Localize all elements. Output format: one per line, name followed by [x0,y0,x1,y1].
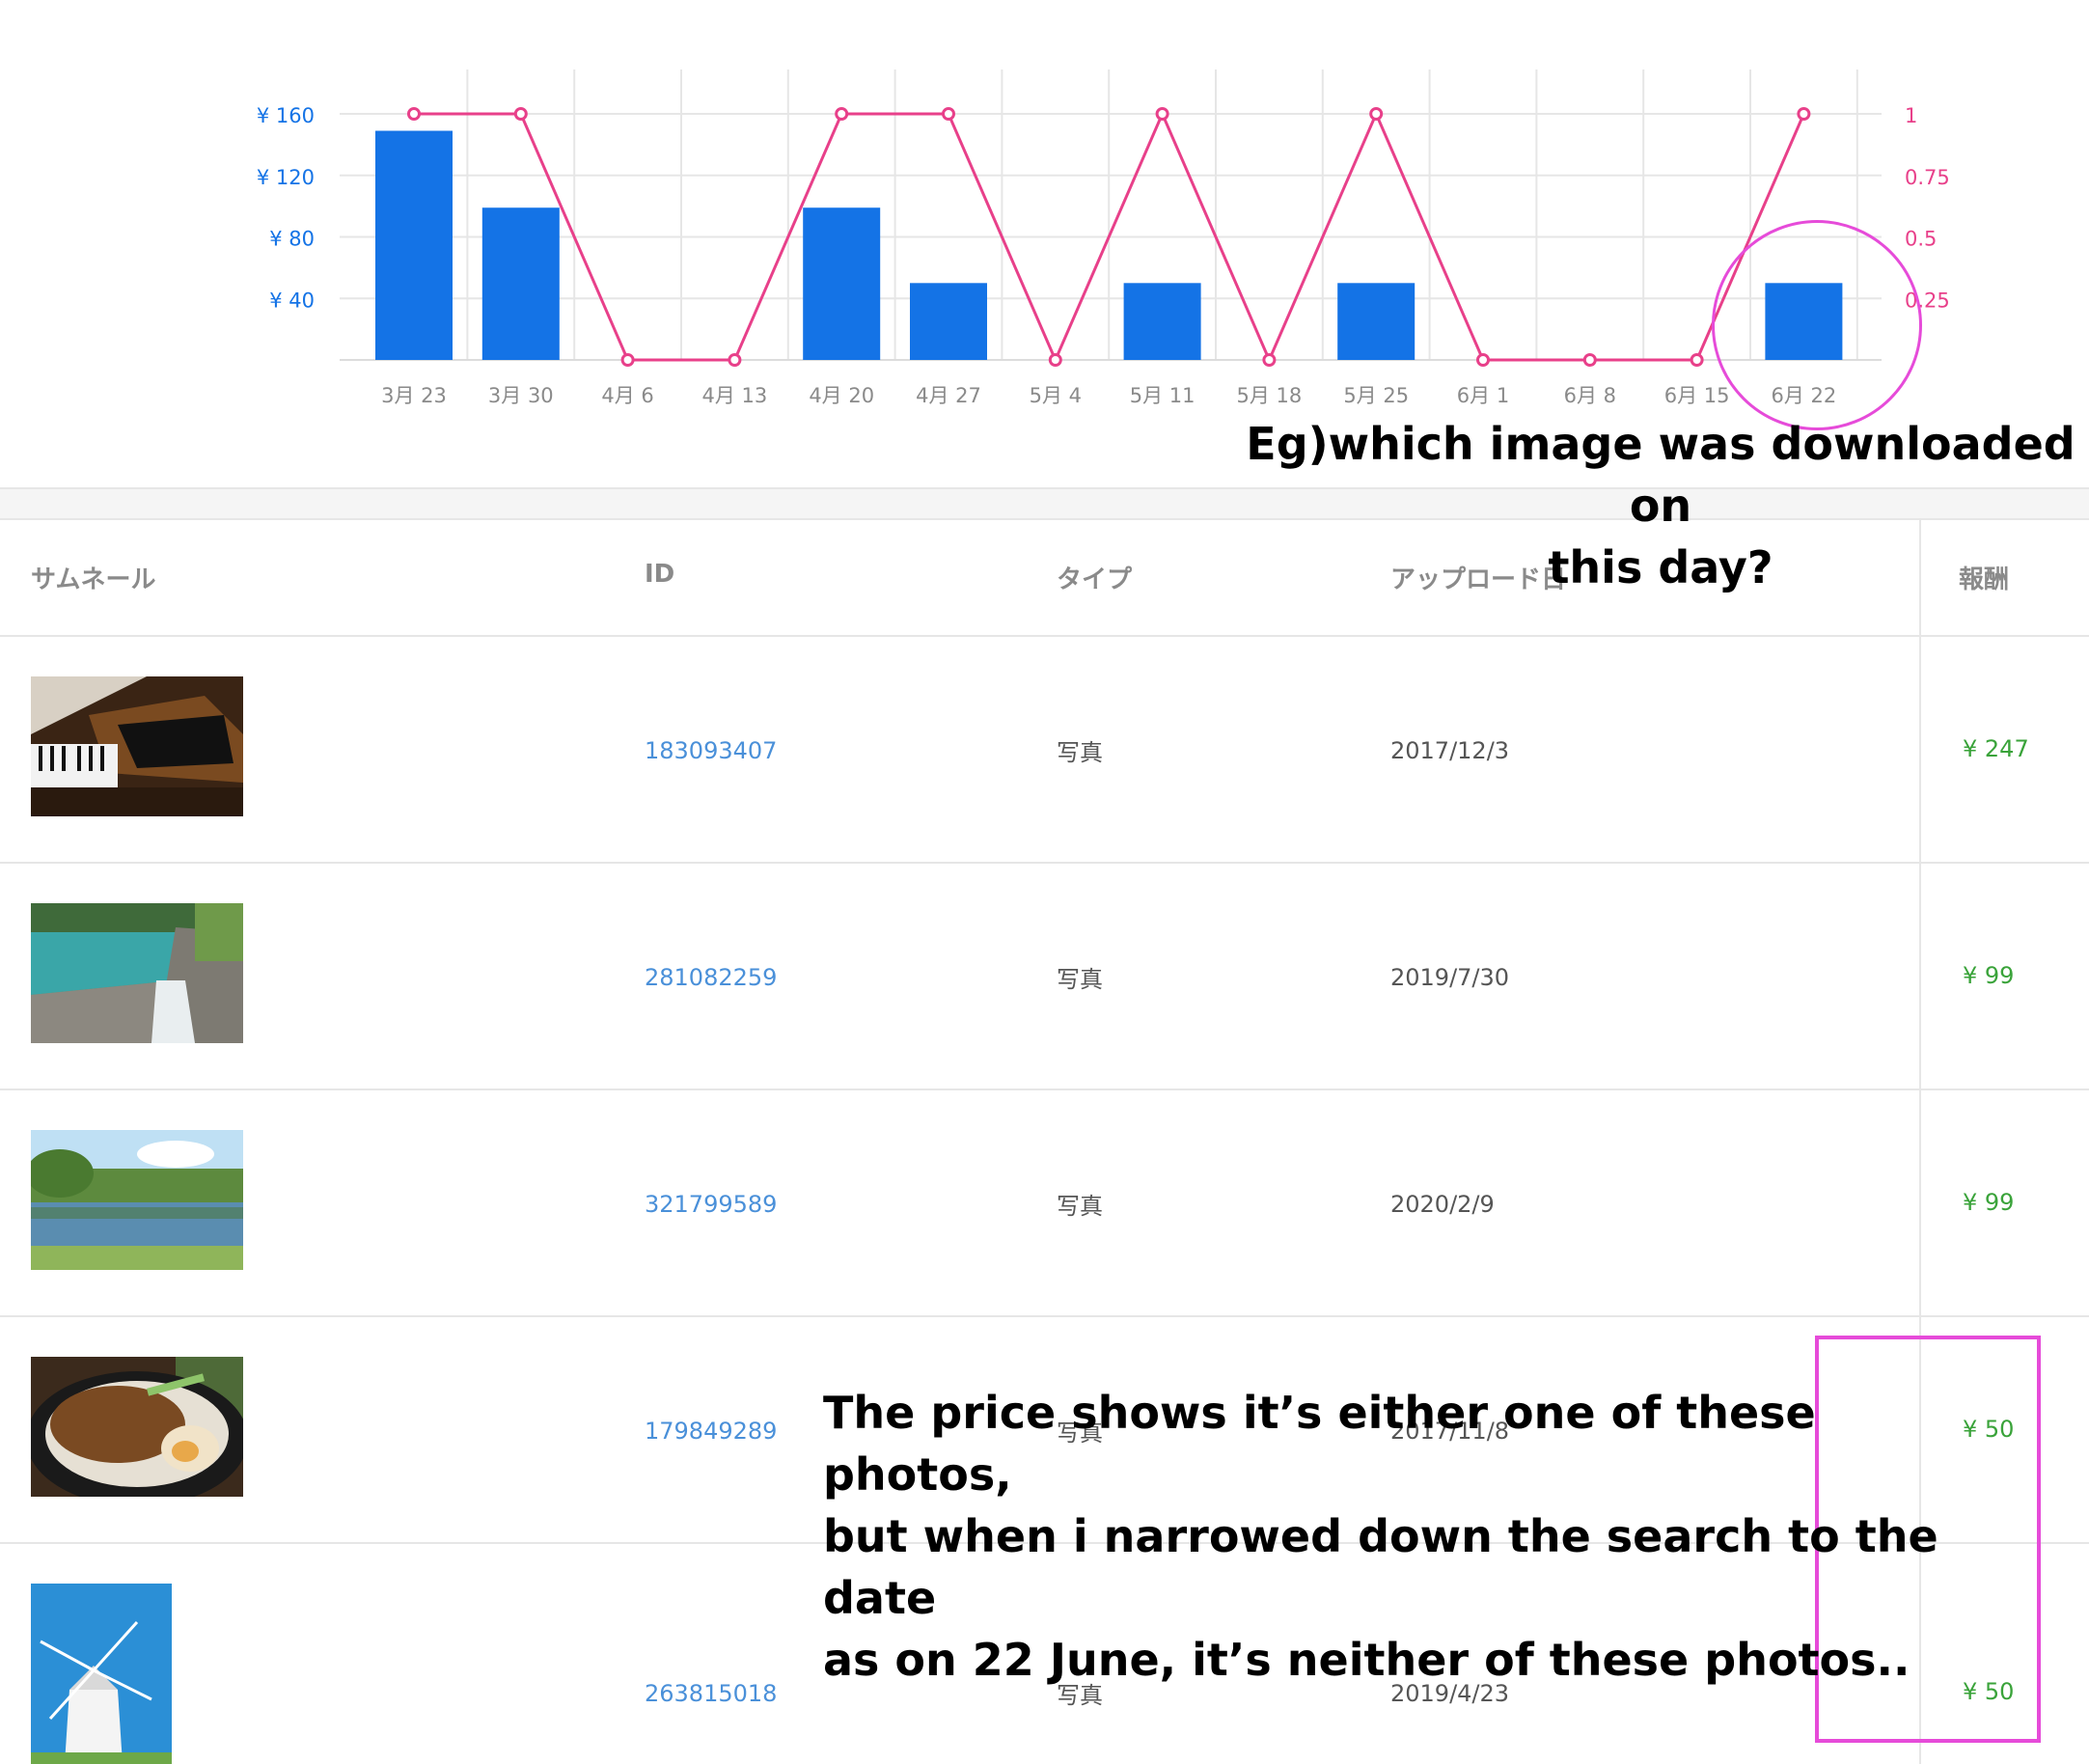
asset-type: 写真 [1057,739,1103,766]
line-point [1369,107,1384,121]
y-right-tick-label: 0.75 [1905,166,1950,189]
annotation-explanation: The price shows it’s either one of these… [823,1387,1938,1686]
x-tick-label: 4月 13 [702,384,768,407]
line-point [1690,353,1704,367]
reward-value: ¥ 99 [1963,962,2015,989]
line-point [1262,353,1277,367]
annotation-circle [1712,220,1922,430]
row-divider [0,1315,2089,1317]
x-tick-label: 5月 11 [1130,384,1196,407]
line-point [728,353,742,367]
line-point [513,107,528,121]
bar [375,130,453,360]
x-tick-label: 6月 8 [1564,384,1616,407]
line-point [620,353,635,367]
asset-id-link[interactable]: 281082259 [645,964,777,991]
line-point [1476,353,1490,367]
thumbnail-piano[interactable] [31,676,243,816]
upload-date: 2019/7/30 [1390,964,1510,991]
thumbnail-windmill[interactable] [31,1584,172,1764]
asset-id-link[interactable]: 183093407 [645,737,777,764]
bar [803,207,881,360]
line-point [1582,353,1597,367]
asset-type: 写真 [1057,1193,1103,1220]
upload-date: 2017/12/3 [1390,737,1510,764]
line-point [1048,353,1062,367]
x-tick-label: 4月 27 [916,384,981,407]
y-left-tick-label: ¥ 120 [257,166,315,189]
upload-date: 2020/2/9 [1390,1191,1495,1218]
row-divider [0,1089,2089,1090]
asset-id-link[interactable]: 263815018 [645,1680,777,1707]
y-right-tick-label: 0.5 [1905,228,1937,251]
annotation-question: Eg)which image was downloaded on this da… [1246,418,2075,593]
y-left-tick-label: ¥ 40 [269,289,315,312]
bar [481,207,560,360]
row-divider [0,862,2089,864]
x-tick-label: 6月 15 [1664,384,1730,407]
header-thumbnail[interactable]: サムネール [31,560,155,595]
reward-value: ¥ 247 [1963,735,2029,762]
header-type[interactable]: タイプ [1057,560,1132,595]
asset-type: 写真 [1057,966,1103,993]
bar [1123,283,1201,360]
header-id[interactable]: ID [645,560,674,589]
line-point [407,107,421,121]
bar [910,283,987,360]
thumbnail-food-bowl[interactable] [31,1357,243,1497]
line-point [835,107,849,121]
y-left-tick-label: ¥ 80 [269,228,315,251]
thumbnail-dam[interactable] [31,903,243,1043]
line-point [942,107,955,121]
x-tick-label: 5月 4 [1030,384,1082,407]
x-tick-label: 3月 23 [381,384,447,407]
x-tick-label: 4月 20 [809,384,874,407]
x-tick-label: 3月 30 [488,384,554,407]
bar [1337,283,1416,360]
asset-id-link[interactable]: 321799589 [645,1191,777,1218]
asset-id-link[interactable]: 179849289 [645,1418,777,1445]
x-tick-label: 6月 1 [1457,384,1509,407]
thumbnail-lake[interactable] [31,1130,243,1270]
line-point [1155,107,1169,121]
x-tick-label: 4月 6 [601,384,653,407]
line-point [1797,107,1811,121]
y-right-tick-label: 1 [1905,104,1917,127]
reward-value: ¥ 99 [1963,1189,2015,1216]
y-left-tick-label: ¥ 160 [257,104,315,127]
row-divider [0,635,2089,637]
x-tick-label: 5月 25 [1343,384,1409,407]
x-tick-label: 5月 18 [1237,384,1303,407]
